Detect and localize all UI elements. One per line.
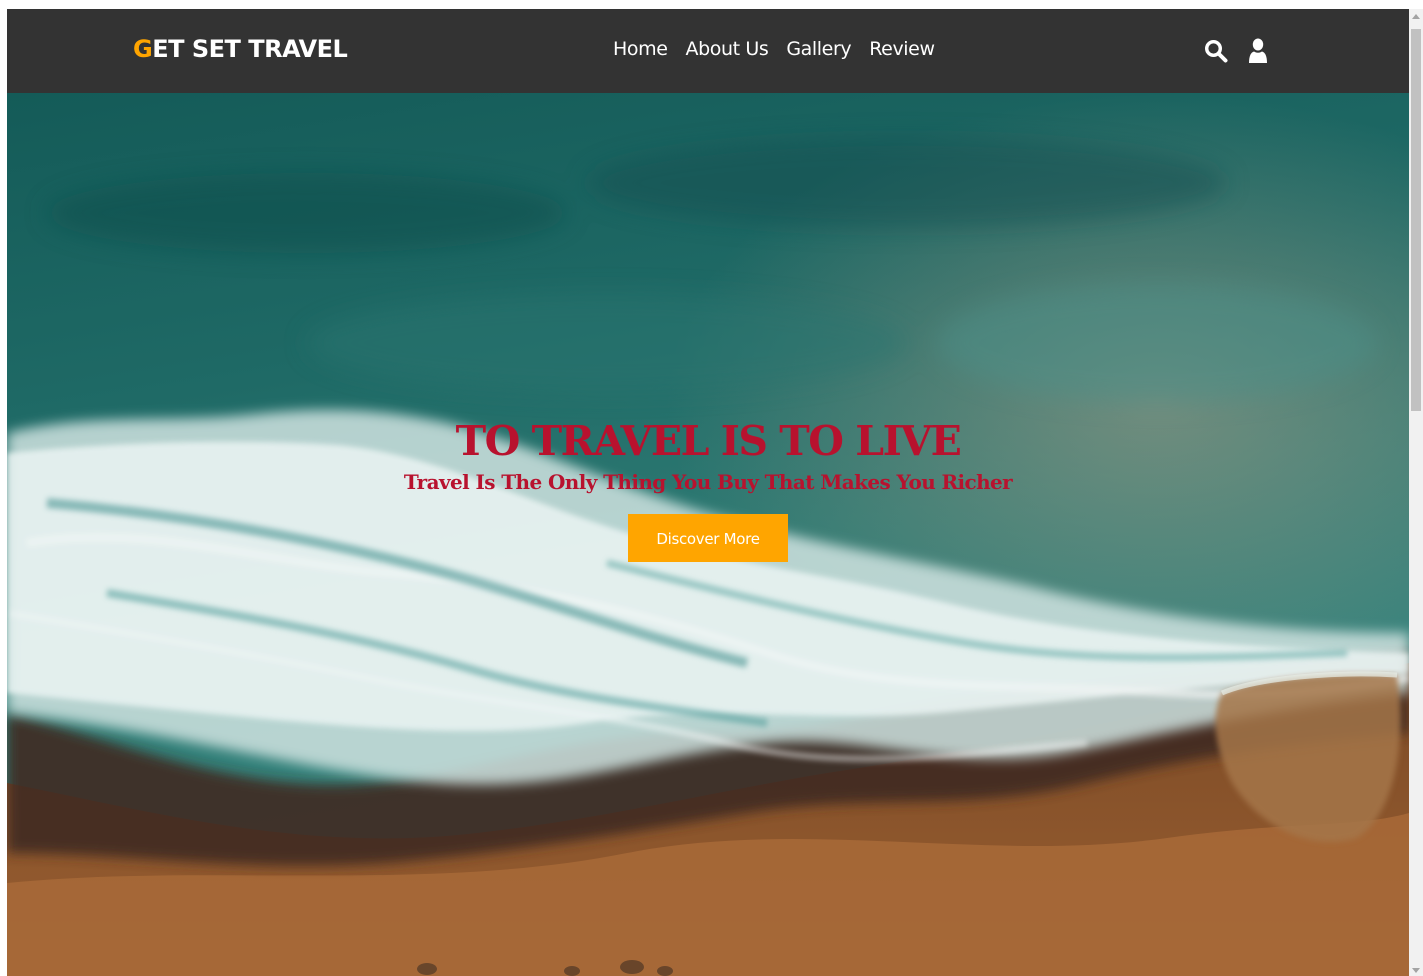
user-button[interactable] [1245,38,1271,64]
nav-icons [1203,38,1271,64]
discover-more-button[interactable]: Discover More [628,514,788,562]
logo-first-letter: G [133,35,153,63]
navbar: GET SET TRAVEL Home About Us Gallery Rev… [7,9,1409,93]
scroll-up-arrow[interactable] [1412,14,1420,19]
site-logo[interactable]: GET SET TRAVEL [133,35,348,63]
logo-text: ET SET TRAVEL [152,35,348,63]
nav-link-review[interactable]: Review [869,38,935,60]
nav-link-about-us[interactable]: About Us [686,38,769,60]
main-nav: Home About Us Gallery Review [613,38,935,60]
scroll-thumb[interactable] [1411,29,1421,411]
nav-link-gallery[interactable]: Gallery [786,38,851,60]
search-icon [1204,39,1228,63]
user-icon [1249,38,1267,63]
hero-section: TO TRAVEL IS TO LIVE Travel Is The Only … [7,93,1409,976]
hero-subtitle: Travel Is The Only Thing You Buy That Ma… [403,470,1013,494]
scroll-down-arrow[interactable] [1412,968,1420,973]
nav-link-home[interactable]: Home [613,38,668,60]
page-scrollbar[interactable] [1409,9,1423,976]
hero-title: TO TRAVEL IS TO LIVE [455,417,962,465]
hero-content: TO TRAVEL IS TO LIVE Travel Is The Only … [7,415,1409,562]
page-viewport: GET SET TRAVEL Home About Us Gallery Rev… [7,9,1409,976]
search-button[interactable] [1203,38,1229,64]
